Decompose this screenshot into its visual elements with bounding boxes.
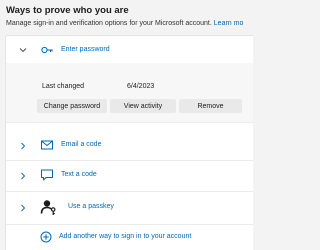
method-label-text[interactable]: Text a code xyxy=(61,171,97,178)
change-password-button[interactable]: Change password xyxy=(37,99,107,113)
learn-more-link[interactable]: Learn mo xyxy=(214,20,244,27)
last-changed-date: 6/4/2023 xyxy=(127,83,155,90)
divider xyxy=(6,122,253,123)
password-details: Last changed 6/4/2023 Change password Vi… xyxy=(6,63,253,122)
method-row-password[interactable]: Enter password xyxy=(6,36,253,63)
method-label-email[interactable]: Email a code xyxy=(61,141,101,148)
divider xyxy=(6,160,253,161)
last-changed-label: Last changed xyxy=(42,83,85,90)
passkey-icon xyxy=(40,200,56,215)
add-sign-in-method-label[interactable]: Add another way to sign in to your accou… xyxy=(59,233,191,240)
chevron-right-icon[interactable] xyxy=(19,204,27,212)
subtitle-text: Manage sign-in and verification options … xyxy=(6,20,212,27)
divider xyxy=(6,224,253,225)
chevron-right-icon[interactable] xyxy=(19,142,27,150)
method-row-email[interactable]: Email a code xyxy=(6,132,253,159)
method-label-passkey[interactable]: Use a passkey xyxy=(68,203,114,210)
key-icon xyxy=(41,46,53,54)
page-subtitle: Manage sign-in and verification options … xyxy=(6,20,243,27)
method-label-password[interactable]: Enter password xyxy=(61,46,110,53)
divider xyxy=(6,191,253,192)
method-row-text[interactable]: Text a code xyxy=(6,162,253,189)
plus-circle-icon[interactable] xyxy=(40,231,52,243)
chevron-right-icon[interactable] xyxy=(19,172,27,180)
method-row-passkey[interactable]: Use a passkey xyxy=(6,194,253,221)
page-title: Ways to prove who you are xyxy=(6,5,129,16)
add-sign-in-method[interactable]: Add another way to sign in to your accou… xyxy=(6,229,253,247)
chevron-down-icon[interactable] xyxy=(19,46,27,54)
sign-in-methods-panel: Enter password Last changed 6/4/2023 Cha… xyxy=(5,35,253,250)
mail-icon xyxy=(41,140,53,150)
chat-icon xyxy=(41,169,53,181)
view-activity-button[interactable]: View activity xyxy=(110,99,176,113)
page: Ways to prove who you are Manage sign-in… xyxy=(0,0,253,250)
remove-button[interactable]: Remove xyxy=(179,99,242,113)
